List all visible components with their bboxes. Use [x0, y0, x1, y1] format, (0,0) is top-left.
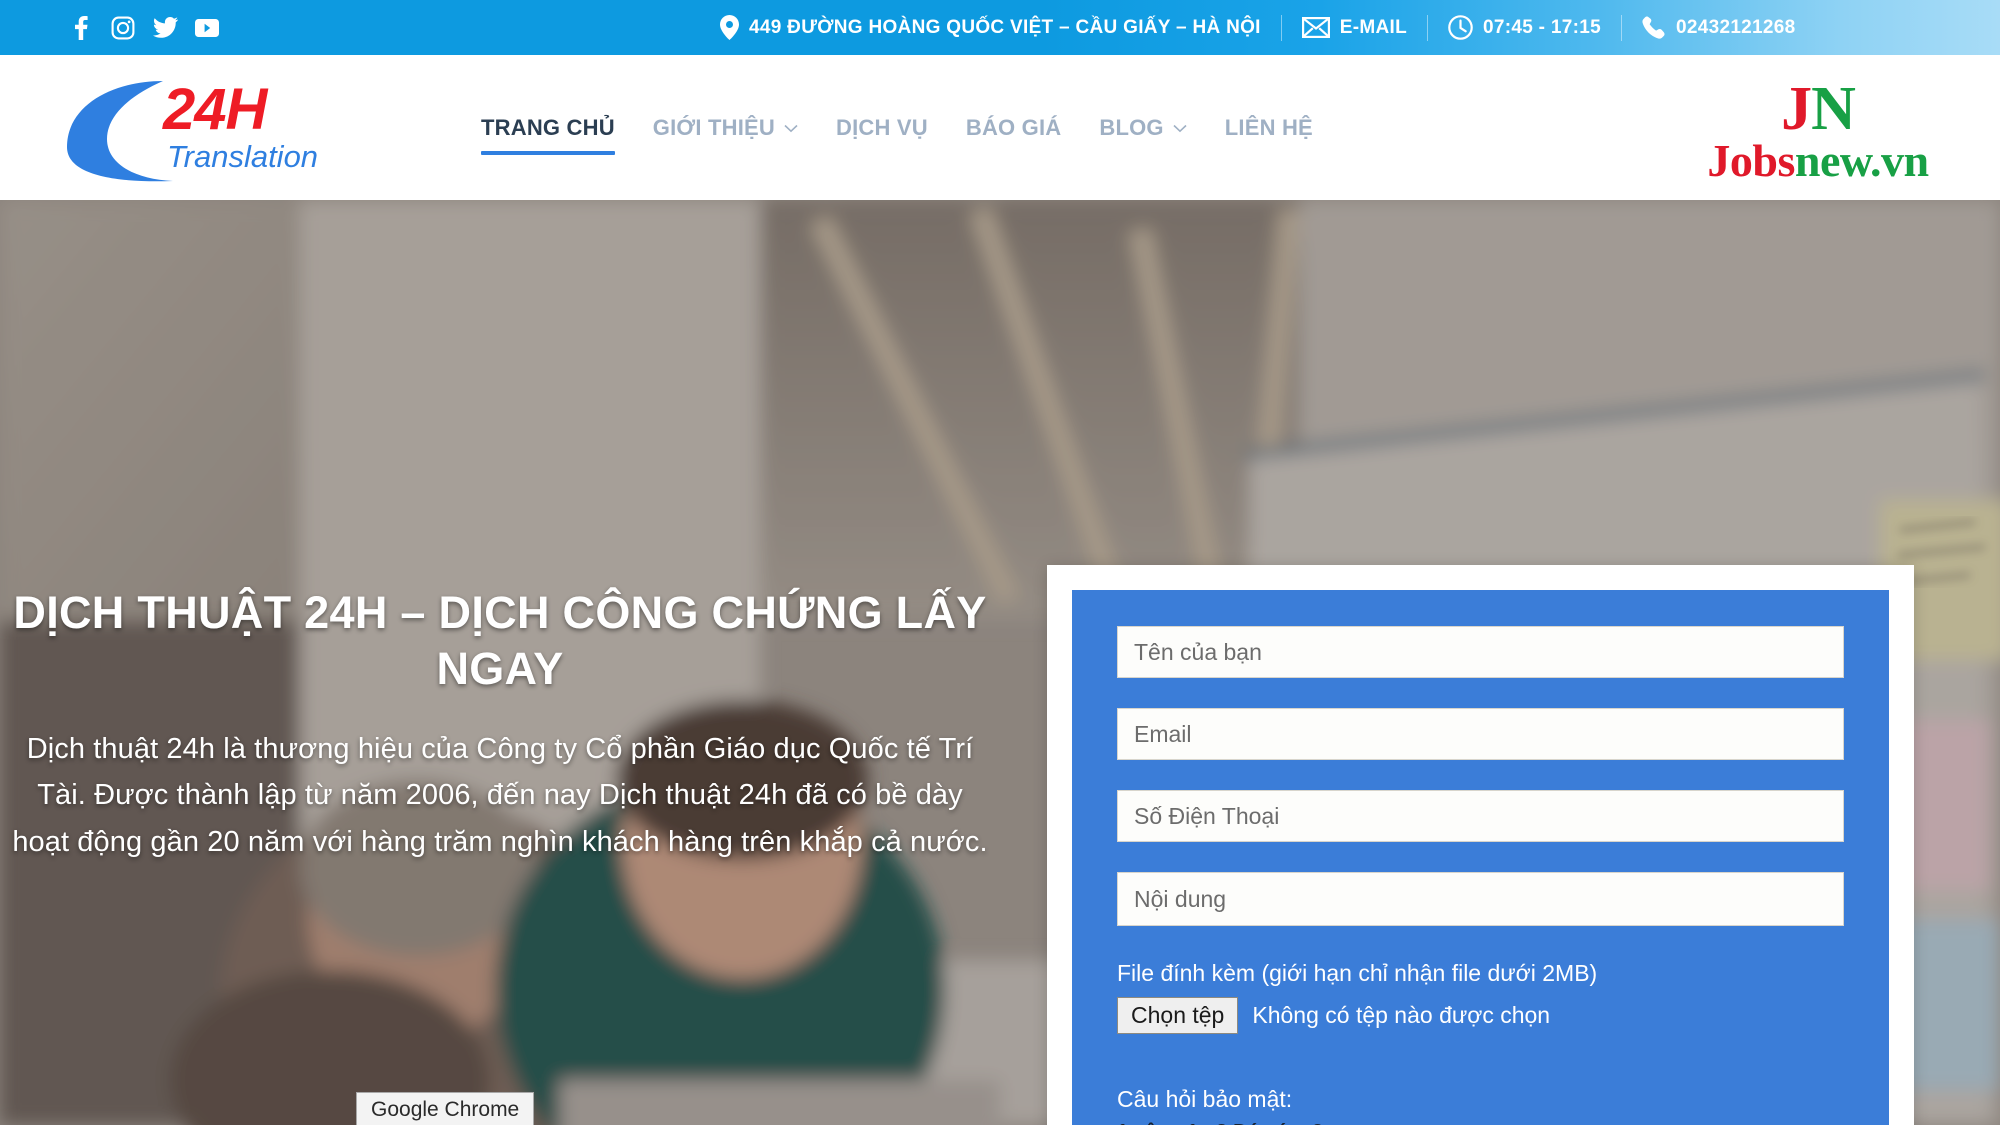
nav-label: DỊCH VỤ: [836, 114, 928, 140]
address-item[interactable]: 449 ĐƯỜNG HOÀNG QUỐC VIỆT – CẦU GIẤY – H…: [700, 15, 1281, 40]
email-item[interactable]: E-MAIL: [1282, 17, 1427, 39]
main-navigation: TRANG CHỦ GIỚI THIỆU DỊCH VỤ BÁO GIÁ BLO…: [462, 55, 1332, 200]
nav-item-trang-chu[interactable]: TRANG CHỦ: [462, 55, 634, 200]
facebook-icon[interactable]: [68, 15, 94, 41]
nav-item-dich-vu[interactable]: DỊCH VỤ: [817, 55, 947, 200]
email-field[interactable]: [1117, 708, 1844, 760]
message-field[interactable]: [1117, 872, 1844, 926]
clock-icon: [1448, 15, 1473, 40]
page-root: 449 ĐƯỜNG HOÀNG QUỐC VIỆT – CẦU GIẤY – H…: [0, 0, 2000, 1125]
email-text: E-MAIL: [1339, 16, 1407, 38]
hero-headline: DỊCH THUẬT 24H – DỊCH CÔNG CHỨNG LẤY NGA…: [13, 587, 987, 695]
nav-item-blog[interactable]: BLOG: [1080, 55, 1205, 200]
address-text: 449 ĐƯỜNG HOÀNG QUỐC VIỆT – CẦU GIẤY – H…: [749, 16, 1261, 38]
hero-text-block: DỊCH THUẬT 24H – DỊCH CÔNG CHỨNG LẤY NGA…: [10, 585, 990, 866]
top-contact-info: 449 ĐƯỜNG HOÀNG QUỐC VIỆT – CẦU GIẤY – H…: [700, 0, 1816, 55]
nav-label: BLOG: [1099, 114, 1164, 140]
choose-file-button[interactable]: Chọn tệp: [1117, 997, 1239, 1034]
phone-icon: [1642, 16, 1666, 40]
chrome-taskbar-tooltip: Google Chrome: [356, 1092, 535, 1125]
nav-label: GIỚI THIỆU: [652, 114, 776, 140]
jobsnew-logo[interactable]: JN Jobsnew.vn: [1688, 75, 1948, 190]
security-question-label: Câu hỏi bảo mật:: [1117, 1086, 1293, 1112]
hero-section: DỊCH THUẬT 24H – DỊCH CÔNG CHỨNG LẤY NGA…: [0, 200, 2000, 1125]
phone-text: 02432121268: [1675, 16, 1796, 38]
hours-item: 07:45 - 17:15: [1428, 15, 1621, 40]
nav-item-gioi-thieu[interactable]: GIỚI THIỆU: [634, 55, 817, 200]
nav-label: BÁO GIÁ: [965, 114, 1062, 140]
file-attachment-row: Chọn tệp Không có tệp nào được chọn: [1117, 997, 1844, 1034]
security-question-text: 1 cộng 1= ? Đáp án: 2: [1117, 1121, 1844, 1125]
active-underline: [481, 151, 615, 155]
nav-label: LIÊN HỆ: [1224, 114, 1313, 140]
top-info-bar: 449 ĐƯỜNG HOÀNG QUỐC VIỆT – CẦU GIẤY – H…: [0, 0, 2000, 55]
contact-form-panel: File đính kèm (giới hạn chỉ nhận file dư…: [1072, 590, 1889, 1125]
social-links: [68, 15, 220, 41]
youtube-icon[interactable]: [194, 15, 220, 41]
monogram-j: J: [1781, 74, 1812, 143]
contact-form-card: File đính kèm (giới hạn chỉ nhận file dư…: [1047, 565, 1914, 1125]
nav-item-bao-gia[interactable]: BÁO GIÁ: [947, 55, 1081, 200]
twitter-icon[interactable]: [152, 15, 178, 41]
site-logo[interactable]: 24H Translation: [55, 67, 345, 192]
site-header: 24H Translation TRANG CHỦ GIỚI THIỆU DỊC…: [0, 55, 2000, 200]
mail-icon: [1301, 17, 1330, 38]
hero-description: Dịch thuật 24h là thương hiệu của Công t…: [12, 732, 988, 859]
wordmark-jobs: Jobs: [1707, 134, 1795, 186]
svg-text:24H: 24H: [162, 77, 269, 142]
file-status-text: Không có tệp nào được chọn: [1252, 1002, 1551, 1028]
location-pin-icon: [720, 15, 739, 40]
nav-item-lien-he[interactable]: LIÊN HỆ: [1206, 55, 1332, 200]
instagram-icon[interactable]: [110, 15, 136, 41]
monogram-n: N: [1811, 74, 1856, 143]
jobsnew-wordmark: Jobsnew.vn: [1707, 134, 1929, 186]
chevron-down-icon: [1173, 124, 1187, 133]
svg-text:Translation: Translation: [167, 139, 318, 174]
chevron-down-icon: [784, 124, 798, 133]
jobsnew-monogram: JN: [1781, 78, 1856, 140]
wordmark-newvn: new.vn: [1794, 134, 1929, 186]
phone-field[interactable]: [1117, 790, 1844, 842]
file-attachment-label: File đính kèm (giới hạn chỉ nhận file dư…: [1117, 960, 1598, 986]
nav-label: TRANG CHỦ: [481, 114, 615, 140]
name-field[interactable]: [1117, 626, 1844, 678]
phone-item[interactable]: 02432121268: [1622, 16, 1816, 40]
hours-text: 07:45 - 17:15: [1483, 16, 1601, 38]
